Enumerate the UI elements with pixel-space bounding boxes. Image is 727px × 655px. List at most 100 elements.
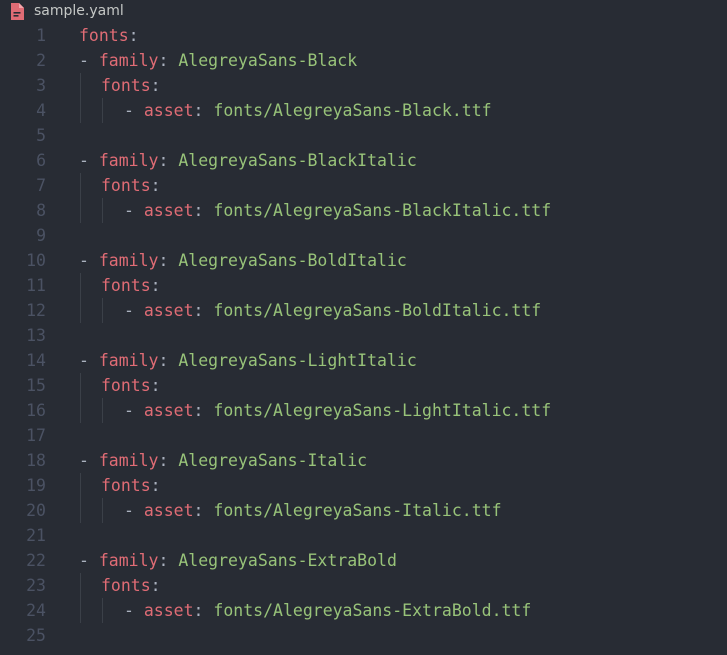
colon-token: :	[150, 476, 161, 495]
code-editor[interactable]: sample.yaml 1 fonts: 2 - family: AlegreyaSa…	[0, 0, 727, 655]
line-number: 25	[26, 626, 46, 645]
key-token: fonts	[101, 576, 151, 595]
key-token: fonts	[79, 26, 129, 45]
code-line[interactable]: 14 - family: AlegreyaSans-LightItalic	[0, 348, 727, 373]
line-number: 1	[36, 26, 46, 45]
code-line[interactable]: 24 - asset: fonts/AlegreyaSans-ExtraBold.…	[0, 598, 727, 623]
value-token: fonts/AlegreyaSans-Italic.ttf	[213, 501, 502, 520]
line-content: fonts:	[101, 473, 161, 498]
line-content: - family: AlegreyaSans-Black	[79, 48, 357, 73]
line-content: fonts:	[101, 173, 161, 198]
key-token: asset	[143, 301, 194, 320]
code-line[interactable]: 10 - family: AlegreyaSans-BoldItalic	[0, 248, 727, 273]
line-content: - family: AlegreyaSans-LightItalic	[79, 348, 417, 373]
code-line[interactable]: 15 fonts:	[0, 373, 727, 398]
dash-token: -	[79, 551, 99, 570]
code-line[interactable]: 16 - asset: fonts/AlegreyaSans-LightItali…	[0, 398, 727, 423]
dash-token: -	[79, 251, 99, 270]
key-token: fonts	[101, 276, 151, 295]
code-line[interactable]: 8 - asset: fonts/AlegreyaSans-BlackItalic…	[0, 198, 727, 223]
code-line[interactable]: 17	[0, 423, 727, 448]
line-content: fonts:	[101, 573, 161, 598]
code-line[interactable]: 22 - family: AlegreyaSans-ExtraBold	[0, 548, 727, 573]
indent-guide	[102, 498, 103, 523]
dash-token: -	[124, 401, 144, 420]
indent-guide	[80, 598, 81, 623]
line-content: fonts:	[101, 273, 161, 298]
colon-token: :	[158, 151, 179, 170]
code-line[interactable]: 3 fonts:	[0, 73, 727, 98]
code-line[interactable]: 20 - asset: fonts/AlegreyaSans-Italic.ttf	[0, 498, 727, 523]
key-token: family	[98, 251, 159, 270]
code-line[interactable]: 11 fonts:	[0, 273, 727, 298]
code-line[interactable]: 12 - asset: fonts/AlegreyaSans-BoldItalic…	[0, 298, 727, 323]
indent-guide	[80, 98, 81, 123]
indent-guide	[80, 273, 81, 298]
line-content: - asset: fonts/AlegreyaSans-LightItalic.…	[124, 398, 551, 423]
value-token: AlegreyaSans-ExtraBold	[178, 551, 397, 570]
code-area[interactable]: 1 fonts: 2 - family: AlegreyaSans-Black 3 fon…	[0, 23, 727, 648]
code-line[interactable]: 13	[0, 323, 727, 348]
dash-token: -	[79, 351, 99, 370]
code-line[interactable]: 18 - family: AlegreyaSans-Italic	[0, 448, 727, 473]
indent-guide	[80, 198, 81, 223]
line-number: 12	[26, 301, 46, 320]
indent-guide	[102, 398, 103, 423]
line-number: 14	[26, 351, 46, 370]
key-token: family	[98, 351, 159, 370]
key-token: fonts	[101, 176, 151, 195]
colon-token: :	[158, 251, 179, 270]
value-token: AlegreyaSans-Black	[178, 51, 358, 70]
key-token: family	[98, 51, 159, 70]
indent-guide	[80, 373, 81, 398]
yaml-file-icon	[11, 3, 24, 20]
file-tab[interactable]: sample.yaml	[0, 0, 727, 24]
indent-guide	[80, 573, 81, 598]
code-line[interactable]: 2 - family: AlegreyaSans-Black	[0, 48, 727, 73]
code-line[interactable]: 9	[0, 223, 727, 248]
indent-guide	[102, 98, 103, 123]
key-token: fonts	[101, 476, 151, 495]
value-token: fonts/AlegreyaSans-LightItalic.ttf	[213, 401, 552, 420]
indent-guide	[80, 73, 81, 98]
code-line[interactable]: 1 fonts:	[0, 23, 727, 48]
key-token: family	[98, 551, 159, 570]
line-number: 24	[26, 601, 46, 620]
indent-guide	[80, 498, 81, 523]
colon-token: :	[128, 26, 139, 45]
code-line[interactable]: 4 - asset: fonts/AlegreyaSans-Black.ttf	[0, 98, 727, 123]
colon-token: :	[150, 176, 161, 195]
indent-guide	[102, 598, 103, 623]
colon-token: :	[158, 551, 179, 570]
line-number: 8	[36, 201, 46, 220]
line-number: 17	[26, 426, 46, 445]
code-line[interactable]: 21	[0, 523, 727, 548]
code-line[interactable]: 6 - family: AlegreyaSans-BlackItalic	[0, 148, 727, 173]
dash-token: -	[79, 451, 99, 470]
code-line[interactable]: 5	[0, 123, 727, 148]
line-number: 5	[36, 126, 46, 145]
key-token: family	[98, 151, 159, 170]
dash-token: -	[124, 501, 144, 520]
dash-token: -	[124, 201, 144, 220]
line-content: - family: AlegreyaSans-ExtraBold	[79, 548, 397, 573]
colon-token: :	[193, 201, 214, 220]
code-line[interactable]: 23 fonts:	[0, 573, 727, 598]
file-name: sample.yaml	[34, 3, 124, 19]
colon-token: :	[150, 576, 161, 595]
line-number: 4	[36, 101, 46, 120]
key-token: asset	[143, 501, 194, 520]
colon-token: :	[193, 401, 214, 420]
code-line[interactable]: 25	[0, 623, 727, 648]
line-content: - asset: fonts/AlegreyaSans-ExtraBold.tt…	[124, 598, 531, 623]
line-content: fonts:	[101, 373, 161, 398]
line-content: - family: AlegreyaSans-Italic	[79, 448, 367, 473]
line-number: 19	[26, 476, 46, 495]
line-number: 9	[36, 226, 46, 245]
line-number: 23	[26, 576, 46, 595]
colon-token: :	[158, 351, 179, 370]
dash-token: -	[79, 51, 99, 70]
code-line[interactable]: 19 fonts:	[0, 473, 727, 498]
code-line[interactable]: 7 fonts:	[0, 173, 727, 198]
key-token: asset	[143, 101, 194, 120]
